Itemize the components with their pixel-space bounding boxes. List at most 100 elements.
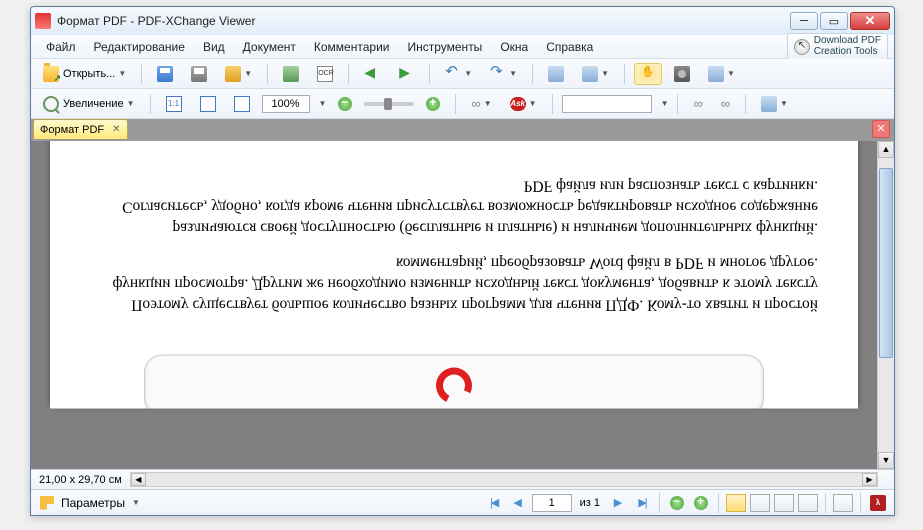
pdf-page[interactable]: Поэтому существует большое количество ра… (50, 141, 858, 409)
menu-tools[interactable]: Инструменты (398, 37, 491, 57)
select-tool-button[interactable]: ▼ (702, 63, 741, 85)
print-icon (191, 66, 207, 82)
separator (677, 94, 678, 114)
scan-button[interactable] (277, 63, 305, 85)
separator (429, 64, 430, 84)
actual-size-button[interactable]: 1:1 (160, 93, 188, 115)
scroll-left-button[interactable]: ◀ (131, 473, 146, 486)
zoom-slider[interactable] (364, 102, 414, 106)
fit-page-icon (200, 96, 216, 112)
pdf-info-button[interactable]: λ (868, 493, 888, 513)
first-page-button[interactable] (484, 493, 504, 513)
separator (860, 493, 861, 513)
menu-edit[interactable]: Редактирование (85, 37, 194, 57)
bookmark-button[interactable] (37, 493, 57, 513)
nav-forward-history-button[interactable] (691, 493, 711, 513)
document-area: Поэтому существует большое количество ра… (31, 141, 894, 469)
bookmark-icon (40, 496, 54, 510)
ocr-button[interactable]: OCR (311, 63, 339, 85)
separator (718, 493, 719, 513)
params-dropdown[interactable]: ▼ (132, 498, 140, 507)
export-image-button[interactable]: ▼ (576, 63, 615, 85)
separator (455, 94, 456, 114)
search-dropdown[interactable]: ▼ (661, 99, 669, 108)
snapshot-tool-button[interactable] (668, 63, 696, 85)
zoom-input[interactable] (262, 95, 310, 113)
document-tabbar: Формат PDF ✕ ✕ (31, 119, 894, 141)
menu-comments[interactable]: Комментарии (305, 37, 399, 57)
last-page-button[interactable] (632, 493, 652, 513)
scroll-track[interactable] (878, 158, 894, 452)
link-tool-button[interactable]: ∞▼ (465, 93, 497, 115)
fit-page-button[interactable] (194, 93, 222, 115)
fit-width-icon (234, 96, 250, 112)
layout-facing-continuous-button[interactable] (798, 494, 818, 512)
scroll-up-button[interactable]: ▲ (878, 141, 894, 158)
print-button[interactable] (185, 63, 213, 85)
menu-file[interactable]: Файл (37, 37, 85, 57)
scroll-thumb[interactable] (879, 168, 893, 358)
toolbar-main: Открыть... ▼ ▼ OCR ▼ ▼ ▼ ▼ (31, 59, 894, 89)
nav-back-history-button[interactable] (667, 493, 687, 513)
back-icon (670, 496, 684, 510)
menu-document[interactable]: Документ (234, 37, 305, 57)
cursor-icon (794, 39, 810, 55)
separator (348, 64, 349, 84)
download-pdf-tools-button[interactable]: Download PDFCreation Tools (787, 33, 888, 60)
ask-icon: Ask (510, 97, 526, 111)
nav-forward-button[interactable] (392, 63, 420, 85)
zoom-label: Увеличение (63, 98, 124, 110)
camera-icon (674, 66, 690, 82)
zoom-tool-button[interactable]: Увеличение ▼ (37, 93, 141, 115)
params-label[interactable]: Параметры (61, 496, 125, 510)
export-button[interactable] (542, 63, 570, 85)
next-page-button[interactable] (608, 493, 628, 513)
undo-button[interactable]: ▼ (439, 63, 478, 85)
save-button[interactable] (151, 63, 179, 85)
actual-size-icon: 1:1 (166, 96, 182, 112)
find-prev-button[interactable]: ∞ (687, 93, 708, 115)
magnifier-icon (43, 96, 59, 112)
menubar: Файл Редактирование Вид Документ Коммент… (31, 35, 894, 59)
layout-facing-button[interactable] (774, 494, 794, 512)
rotate-view-button[interactable] (833, 494, 853, 512)
undo-icon (445, 66, 461, 82)
export-icon (548, 66, 564, 82)
zoom-dropdown[interactable]: ▼ (319, 99, 327, 108)
search-input[interactable] (562, 95, 652, 113)
find-next-button[interactable]: ∞ (715, 93, 736, 115)
tab-close-icon[interactable]: ✕ (112, 124, 120, 135)
menu-view[interactable]: Вид (194, 37, 234, 57)
close-button[interactable]: ✕ (850, 12, 890, 30)
open-button[interactable]: Открыть... ▼ (37, 63, 132, 85)
link-icon: ∞ (471, 96, 480, 111)
zoom-out-button[interactable] (332, 93, 358, 115)
layout-continuous-button[interactable] (750, 494, 770, 512)
redo-button[interactable]: ▼ (484, 63, 523, 85)
document-tab[interactable]: Формат PDF ✕ (33, 119, 128, 139)
arrow-right-icon (398, 66, 414, 82)
minimize-button[interactable]: ─ (790, 12, 818, 30)
forward-icon (694, 496, 708, 510)
mail-icon (225, 66, 241, 82)
maximize-button[interactable]: ▭ (820, 12, 848, 30)
ask-button[interactable]: Ask▼ (504, 93, 543, 115)
nav-back-button[interactable] (358, 63, 386, 85)
vertical-scrollbar[interactable]: ▲ ▼ (877, 141, 894, 469)
hand-tool-button[interactable] (634, 63, 662, 85)
scroll-right-button[interactable]: ▶ (862, 473, 877, 486)
ocr-icon: OCR (317, 66, 333, 82)
horizontal-scrollbar[interactable]: ◀ ▶ (130, 472, 878, 487)
fit-width-button[interactable] (228, 93, 256, 115)
prev-page-button[interactable] (508, 493, 528, 513)
menu-help[interactable]: Справка (537, 37, 602, 57)
layout-single-button[interactable] (726, 494, 746, 512)
menu-windows[interactable]: Окна (491, 37, 537, 57)
close-all-tabs-button[interactable]: ✕ (872, 120, 890, 138)
page-number-input[interactable] (532, 494, 572, 512)
zoom-in-button[interactable] (420, 93, 446, 115)
hand-icon (640, 66, 656, 82)
email-button[interactable]: ▼ (219, 63, 258, 85)
scroll-down-button[interactable]: ▼ (878, 452, 894, 469)
highlight-button[interactable]: ▼ (755, 93, 794, 115)
